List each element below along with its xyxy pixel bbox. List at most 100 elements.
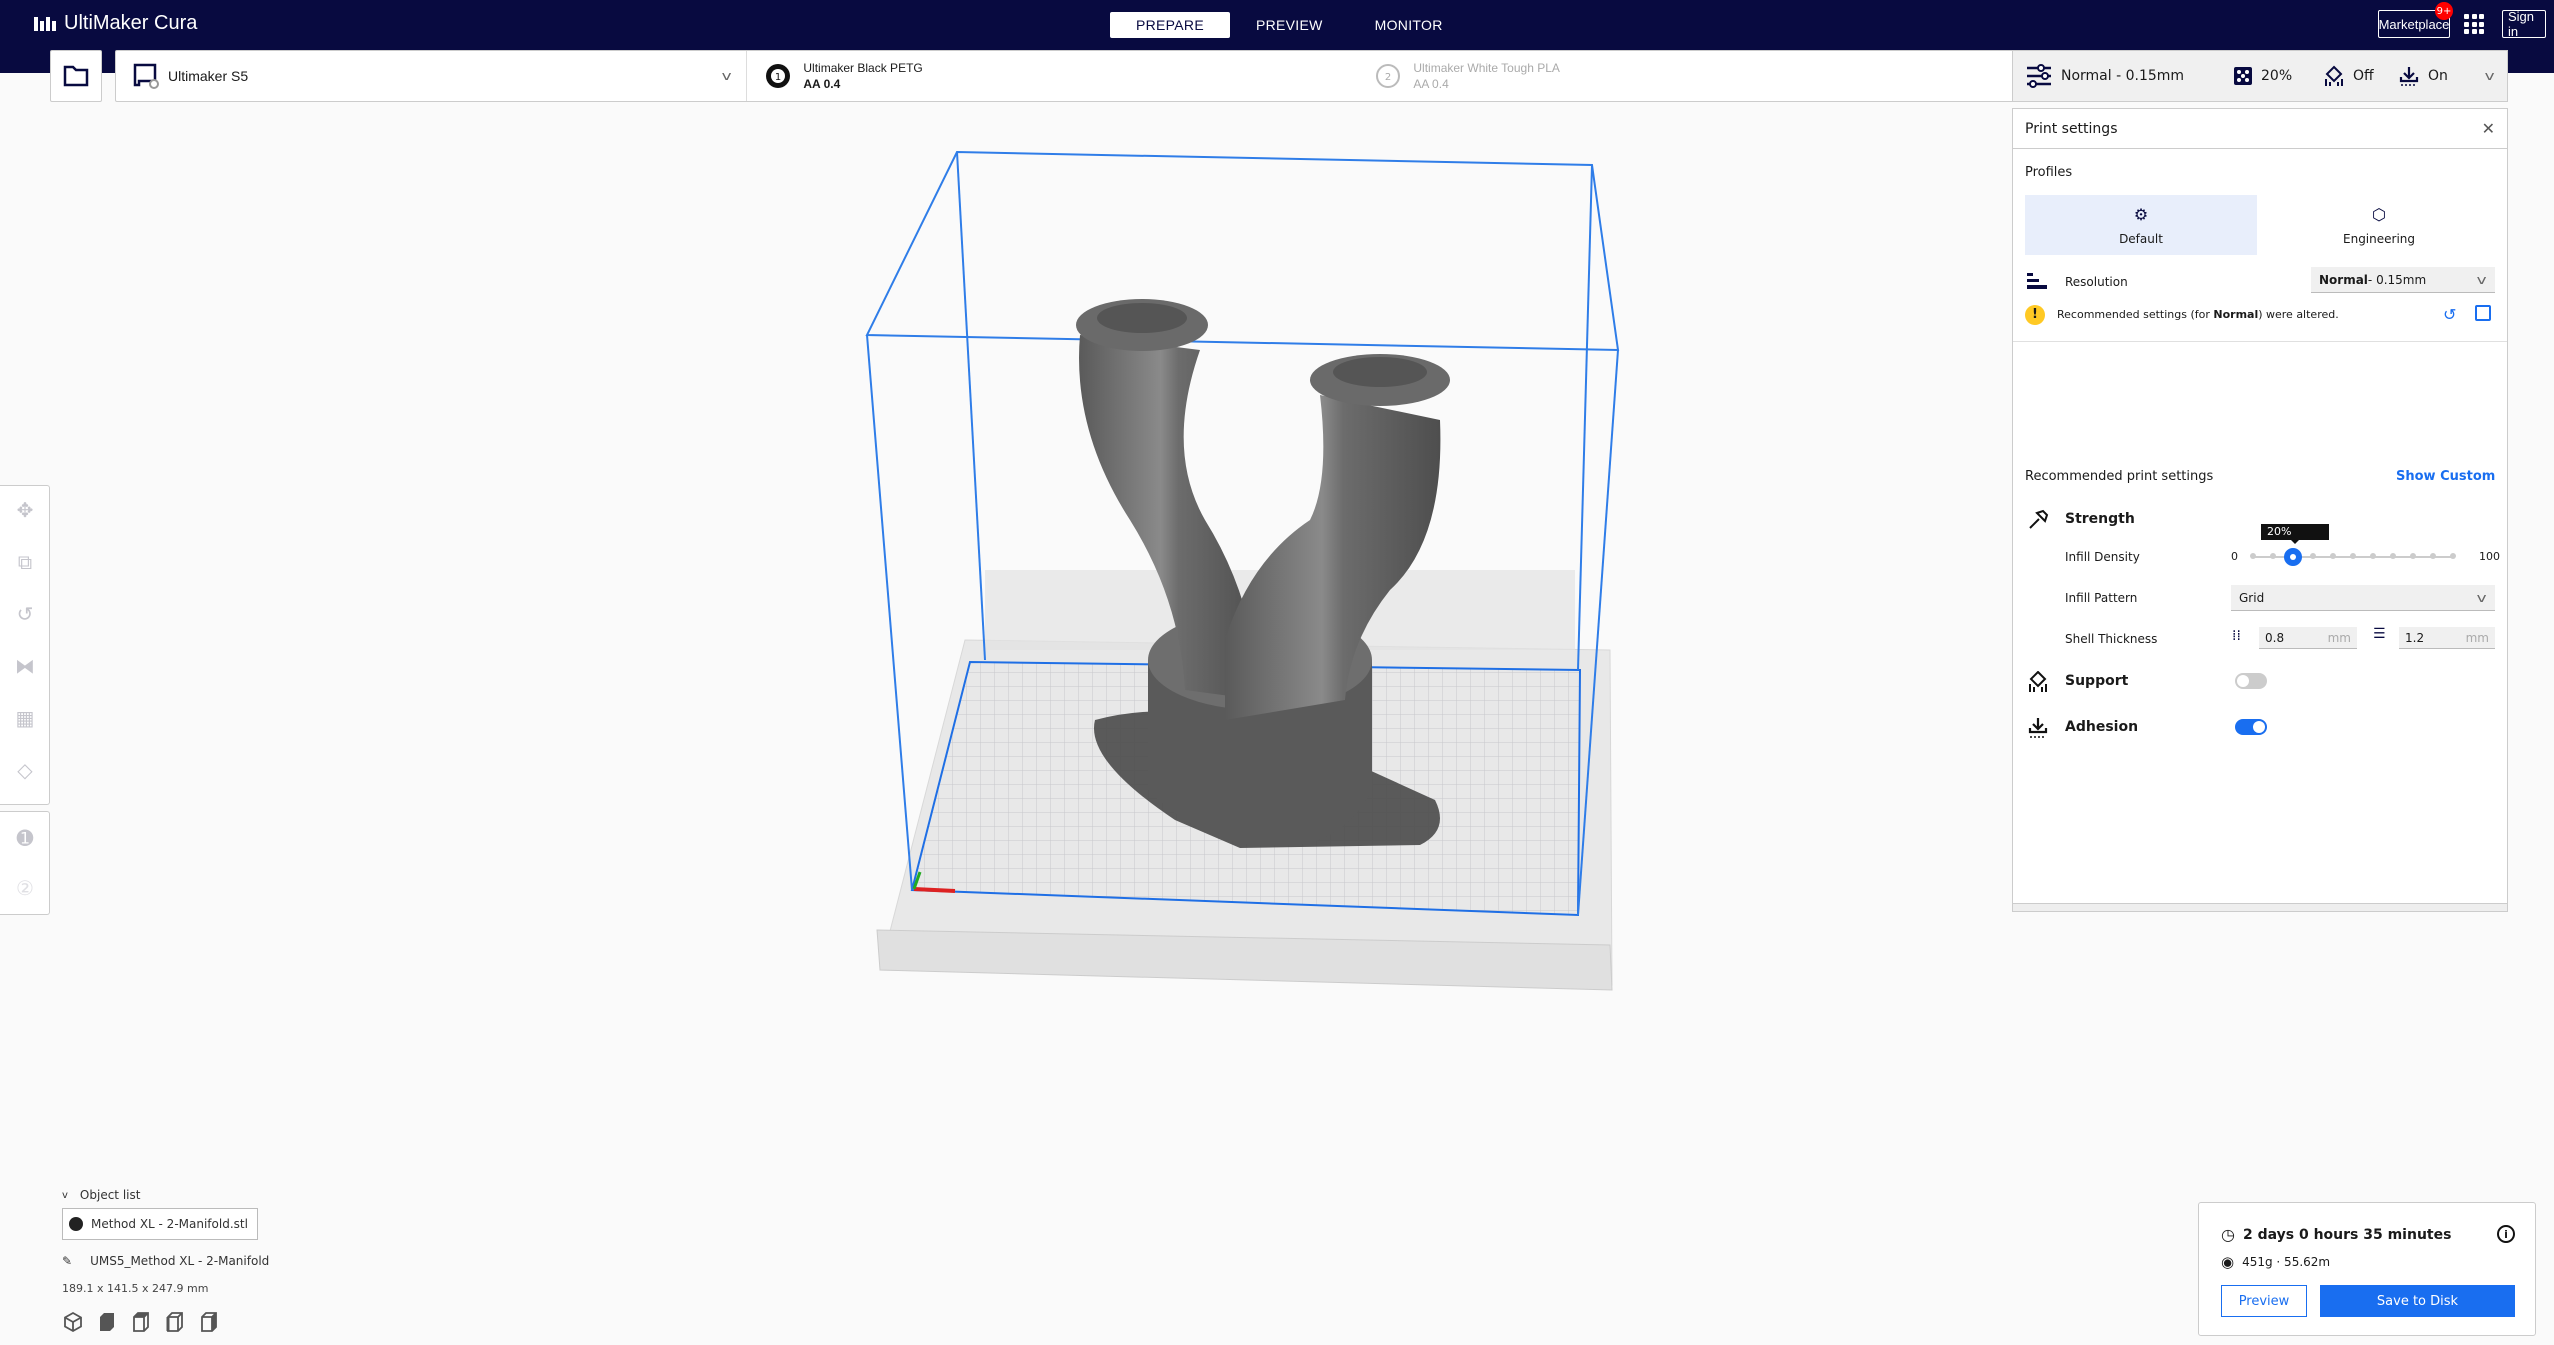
panel-resize-handle[interactable] bbox=[2013, 903, 2507, 911]
open-file-button[interactable] bbox=[50, 50, 102, 102]
object-list: v Object list Method XL - 2-Manifold.stl … bbox=[62, 1188, 322, 1333]
apps-grid-icon[interactable] bbox=[2464, 14, 2484, 34]
reset-icon[interactable]: ↺ bbox=[2443, 305, 2456, 324]
ultimaker-logo-icon bbox=[34, 16, 56, 31]
object-list-toggle[interactable]: v Object list bbox=[62, 1188, 322, 1202]
extruder-1-tool-icon[interactable]: ➊ bbox=[13, 826, 37, 850]
slider-tick bbox=[2350, 553, 2356, 559]
strength-heading: Strength bbox=[2065, 511, 2135, 527]
slider-tick bbox=[2450, 553, 2456, 559]
front-view-icon[interactable] bbox=[96, 1311, 118, 1333]
machine-selector[interactable]: Ultimaker S5 v bbox=[116, 51, 748, 101]
extruder-1[interactable]: 1 Ultimaker Black PETG AA 0.4 bbox=[763, 60, 1373, 92]
adhesion-toggle[interactable] bbox=[2235, 719, 2267, 735]
show-custom-link[interactable]: Show Custom bbox=[2396, 469, 2495, 484]
extruder-2-icon: 2 bbox=[1376, 64, 1401, 88]
info-icon[interactable]: i bbox=[2497, 1225, 2515, 1243]
move-tool-icon[interactable]: ✥ bbox=[13, 498, 37, 522]
infill-density-slider[interactable] bbox=[2250, 548, 2456, 566]
support-blocker-icon[interactable]: ◇ bbox=[13, 758, 37, 782]
left-view-icon[interactable] bbox=[164, 1311, 186, 1333]
infill-pattern-label: Infill Pattern bbox=[2065, 591, 2138, 605]
top-view-icon[interactable] bbox=[130, 1311, 152, 1333]
profile-summary-text: Normal - 0.15mm bbox=[2061, 68, 2185, 84]
slider-tick bbox=[2270, 553, 2276, 559]
infill-max-label: 100 bbox=[2479, 550, 2500, 563]
job-name-text: UMS5_Method XL - 2-Manifold bbox=[90, 1254, 270, 1268]
preview-button[interactable]: Preview bbox=[2221, 1285, 2307, 1317]
resolution-icon bbox=[2027, 273, 2047, 289]
chevron-down-icon: v bbox=[721, 69, 732, 83]
toggle-knob bbox=[2237, 675, 2249, 687]
chevron-down-icon: v bbox=[2476, 590, 2487, 605]
altered-warning: Recommended settings (for Normal) were a… bbox=[2057, 308, 2339, 321]
resolution-label: Resolution bbox=[2065, 275, 2128, 289]
print-settings-summary-button[interactable]: Normal - 0.15mm 20% Off On v bbox=[2012, 50, 2508, 102]
print-summary-card: ◷ 2 days 0 hours 35 minutes i ◉ 451g · 55.… bbox=[2198, 1202, 2536, 1336]
save-profile-icon[interactable] bbox=[2475, 305, 2491, 321]
profile-engineering-label: Engineering bbox=[2343, 231, 2415, 246]
profile-default-button[interactable]: ⚙ Default bbox=[2025, 195, 2257, 255]
infill-slider-thumb[interactable] bbox=[2284, 548, 2302, 566]
support-heading: Support bbox=[2065, 673, 2129, 689]
object-dimensions: 189.1 x 141.5 x 247.9 mm bbox=[62, 1282, 209, 1295]
extruder-selector[interactable]: 1 Ultimaker Black PETG AA 0.4 2 Ultimaker… bbox=[747, 51, 2126, 101]
extruder-1-core: AA 0.4 bbox=[803, 77, 841, 91]
tab-monitor[interactable]: MONITOR bbox=[1349, 12, 1469, 38]
sign-in-button[interactable]: Sign in bbox=[2502, 9, 2546, 39]
3d-view-icon[interactable] bbox=[62, 1311, 84, 1333]
infill-pattern-value: Grid bbox=[2239, 590, 2265, 605]
support-toggle[interactable] bbox=[2235, 673, 2267, 689]
wall-thickness-input[interactable]: 0.8 mm bbox=[2259, 627, 2357, 649]
print-settings-panel: Print settings ✕ Profiles ⚙ Default ⬡ En… bbox=[2012, 108, 2508, 912]
profile-default-label: Default bbox=[2119, 231, 2163, 246]
top-bottom-thickness-icon: ☰ bbox=[2373, 626, 2386, 642]
chevron-down-icon: v bbox=[62, 1189, 68, 1201]
slider-tick bbox=[2430, 553, 2436, 559]
object-list-header: Object list bbox=[79, 1188, 141, 1202]
profiles-heading: Profiles bbox=[2025, 165, 2073, 180]
tab-preview[interactable]: PREVIEW bbox=[1230, 12, 1349, 38]
extruder-2[interactable]: 2 Ultimaker White Tough PLA AA 0.4 bbox=[1373, 60, 1560, 92]
marketplace-badge: 9+ bbox=[2435, 2, 2453, 20]
infill-summary: 20% bbox=[2233, 66, 2292, 86]
infill-icon bbox=[2234, 67, 2252, 85]
material-usage: ◉ 451g · 55.62m bbox=[2221, 1253, 2330, 1271]
gear-check-icon: ⚙ bbox=[2133, 204, 2149, 224]
support-icon bbox=[2029, 671, 2047, 692]
resolution-dropdown[interactable]: Normal - 0.15mm v bbox=[2311, 267, 2495, 293]
stage-tabs: PREPARE PREVIEW MONITOR bbox=[1110, 12, 1469, 38]
chevron-down-icon: v bbox=[2476, 272, 2487, 287]
wall-thickness-icon: ⁞⁞ bbox=[2232, 628, 2241, 644]
scale-tool-icon[interactable]: ⧉ bbox=[13, 550, 37, 574]
top-bottom-thickness-input[interactable]: 1.2 mm bbox=[2399, 627, 2495, 649]
support-summary-text: Off bbox=[2353, 68, 2374, 84]
resolution-value-bold: Normal bbox=[2319, 272, 2368, 287]
right-view-icon[interactable] bbox=[198, 1311, 220, 1333]
3d-viewport[interactable] bbox=[0, 110, 2000, 1190]
infill-pattern-dropdown[interactable]: Grid v bbox=[2231, 585, 2495, 611]
save-to-disk-button[interactable]: Save to Disk bbox=[2320, 1285, 2515, 1317]
print-time: ◷ 2 days 0 hours 35 minutes bbox=[2221, 1225, 2451, 1244]
object-list-item[interactable]: Method XL - 2-Manifold.stl bbox=[62, 1208, 258, 1240]
spool-icon: ◉ bbox=[2221, 1253, 2235, 1271]
slider-tick bbox=[2410, 553, 2416, 559]
object-name: Method XL - 2-Manifold.stl bbox=[91, 1217, 248, 1231]
extruder-2-core: AA 0.4 bbox=[1413, 77, 1449, 91]
slider-tick bbox=[2330, 553, 2336, 559]
profile-engineering-button[interactable]: ⬡ Engineering bbox=[2263, 195, 2495, 255]
toggle-knob bbox=[2253, 721, 2265, 733]
extruder-2-tool-icon[interactable]: ② bbox=[13, 876, 37, 900]
chevron-down-icon: v bbox=[2484, 69, 2495, 83]
per-model-settings-icon[interactable]: ▦ bbox=[13, 706, 37, 730]
rotate-tool-icon[interactable]: ↺ bbox=[13, 602, 37, 626]
close-icon[interactable]: ✕ bbox=[2482, 119, 2495, 138]
extruder-1-icon: 1 bbox=[766, 64, 791, 88]
mirror-tool-icon[interactable]: ⧓ bbox=[13, 654, 37, 678]
job-name[interactable]: ✎ UMS5_Method XL - 2-Manifold bbox=[62, 1254, 322, 1268]
tab-prepare[interactable]: PREPARE bbox=[1110, 12, 1230, 38]
camera-view-buttons bbox=[62, 1311, 322, 1333]
print-time-text: 2 days 0 hours 35 minutes bbox=[2242, 1226, 2452, 1243]
adhesion-icon bbox=[2399, 67, 2419, 86]
slider-tick bbox=[2370, 553, 2376, 559]
